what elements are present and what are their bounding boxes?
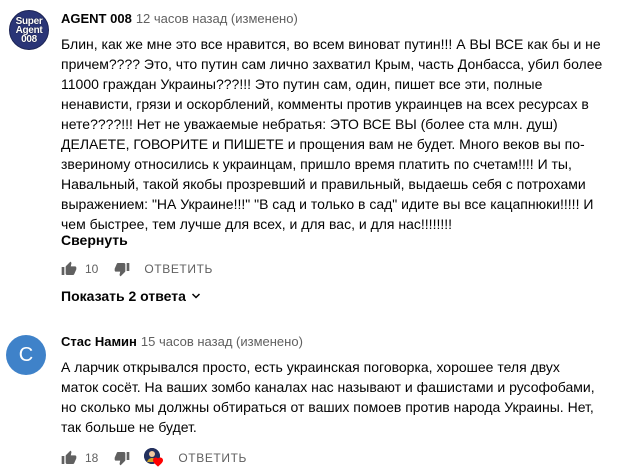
reply-button[interactable]: ОТВЕТИТЬ [178, 451, 247, 465]
like-count: 18 [85, 451, 99, 465]
avatar-text-line: 008 [21, 33, 37, 45]
chevron-down-icon [191, 293, 200, 299]
comment-line: так больше не будет. [61, 419, 197, 435]
comment-line: звериному относились к украинцам, пришло… [61, 156, 572, 172]
comment-actions: 18 ОТВЕТИТЬ [61, 448, 247, 468]
avatar-letter: С [18, 343, 34, 366]
comment-line: ненависти, грязи и оскорблений, комменты… [61, 96, 589, 112]
dislike-icon[interactable] [114, 450, 130, 466]
author-name[interactable]: Стас Намин [61, 334, 137, 349]
comment-line: Навальный, такой якобы прозревший и прав… [61, 176, 586, 192]
like-icon[interactable] [61, 450, 77, 466]
comment-header: Стас Намин 15 часов назад (изменено) [61, 334, 303, 349]
author-avatar[interactable]: С [6, 335, 46, 375]
show-replies-button[interactable]: Показать 2 ответа [61, 288, 202, 304]
reply-button[interactable]: ОТВЕТИТЬ [144, 262, 213, 276]
collapse-button[interactable]: Свернуть [61, 232, 128, 248]
comment-line: выражением: "НА Украине!!!" "В сад и тол… [61, 196, 594, 212]
comment-actions: 10 ОТВЕТИТЬ [61, 259, 213, 279]
comment-line: чем быстрее, тем лучше для всех, и для в… [61, 216, 453, 232]
comment-text: А ларчик открывался просто, есть украинс… [61, 357, 609, 437]
comment-timestamp[interactable]: 15 часов назад (изменено) [141, 334, 303, 349]
comment-timestamp[interactable]: 12 часов назад (изменено) [136, 11, 298, 26]
comment-text: Блин, как же мне это все нравится, во вс… [61, 34, 609, 234]
like-count: 10 [85, 262, 99, 276]
show-replies-label: Показать 2 ответа [61, 288, 186, 304]
comment-line: нете????!!! Нет не уважаемые небратья: Э… [61, 116, 558, 132]
comment-line: ДЕЛАЕТЕ, ГОВОРИТЕ и ПИШЕТЕ и прощения ва… [61, 136, 585, 152]
author-avatar[interactable]: Super Agent 008 [9, 10, 49, 50]
comment-line: Блин, как же мне это все нравится, во вс… [61, 36, 601, 52]
comment-line: но сколько мы должны обтираться от ваших… [61, 399, 594, 415]
comment-header: AGENT 008 12 часов назад (изменено) [61, 11, 298, 26]
comment-line: маток сосёт. На ваших зомбо каналах нас … [61, 379, 595, 395]
comment-line: А ларчик открывался просто, есть украинс… [61, 359, 560, 375]
heart-icon [153, 457, 164, 467]
comment-line: причем???? Это, что путин сам лично захв… [61, 56, 603, 72]
comment-line: 11000 граждан Украины???!!! Это путин са… [61, 76, 543, 92]
author-name[interactable]: AGENT 008 [61, 11, 132, 26]
dislike-icon[interactable] [114, 261, 130, 277]
like-icon[interactable] [61, 261, 77, 277]
creator-heart-badge [144, 448, 164, 468]
